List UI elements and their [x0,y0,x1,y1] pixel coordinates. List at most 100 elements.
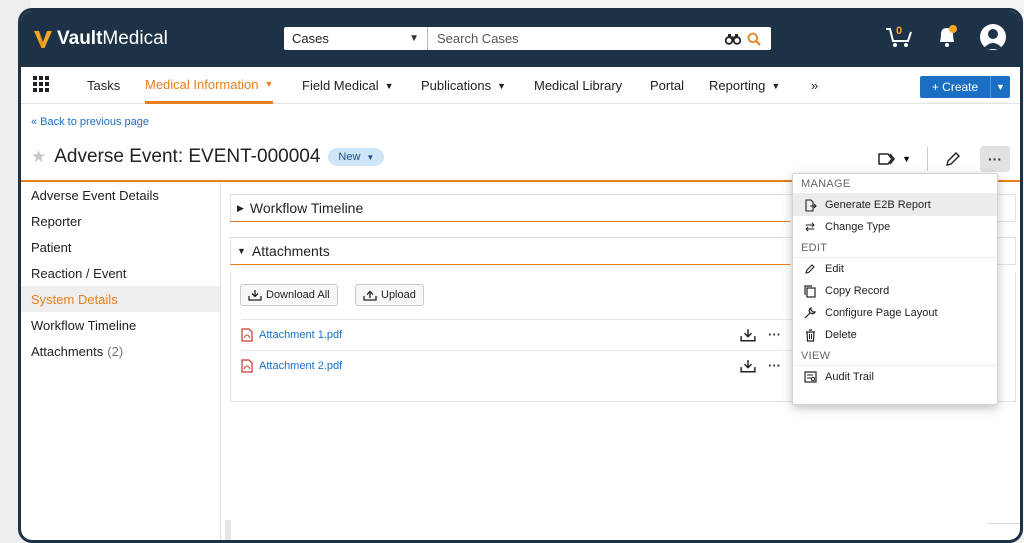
menu-item-label: Generate E2B Report [825,199,931,211]
menu-header-manage: MANAGE [793,174,997,194]
menu-item-copy-record[interactable]: Copy Record [793,280,997,302]
top-bar: Vault Medical Cases ▼ Search Cases 0 [21,11,1020,67]
search-icon[interactable] [747,32,761,46]
menu-item-audit-trail[interactable]: Audit Trail [793,366,997,388]
caret-down-icon: ▼ [902,154,911,164]
caret-down-icon: ▼ [384,80,394,91]
create-dropdown-icon[interactable]: ▼ [990,76,1010,98]
nav-tasks[interactable]: Tasks [87,67,120,104]
search-input[interactable]: Search Cases [428,31,725,46]
download-icon[interactable] [740,328,756,342]
expand-triangle-icon: ▶ [237,202,244,213]
more-actions-button[interactable]: ··· [980,146,1010,172]
nav-field-medical-label: Field Medical [302,78,379,93]
attachments-count: (2) [107,343,124,359]
menu-item-generate-e2b-report[interactable]: Generate E2B Report [793,194,997,216]
sidebar-item-system-details[interactable]: System Details [21,286,220,312]
nav-more-chevron-icon[interactable]: » [811,67,818,104]
attachment-link[interactable]: Attachment 2.pdf [259,360,342,372]
download-icon[interactable] [740,359,756,373]
divider [927,147,928,171]
copy-icon [804,284,816,298]
sidebar-scrollbar[interactable] [225,520,231,540]
vault-v-icon [34,31,52,48]
nav-reporting[interactable]: Reporting ▼ [709,67,780,104]
bell-icon [940,25,957,47]
nav-tasks-label: Tasks [87,78,121,93]
create-label: Create [942,80,979,94]
menu-item-edit[interactable]: Edit [793,258,997,280]
cart-button[interactable]: 0 [884,24,914,50]
menu-item-change-type[interactable]: ⇄ Change Type [793,216,997,238]
sidebar-item-reporter[interactable]: Reporter [21,208,220,234]
caret-down-icon: ▼ [264,79,274,89]
collapse-triangle-icon: ▼ [237,246,246,256]
favorite-star-icon[interactable]: ★ [31,147,46,167]
menu-item-label: Delete [825,329,857,341]
menu-header-view: VIEW [793,346,997,366]
menu-item-configure-page-layout[interactable]: Configure Page Layout [793,302,997,324]
caret-down-icon: ▼ [366,152,375,162]
pdf-file-icon [241,358,253,373]
app-grid-icon[interactable] [33,76,49,92]
attachment-row: Attachment 1.pdf ··· [241,319,811,349]
menu-item-label: Configure Page Layout [825,307,938,319]
menu-item-label: Audit Trail [825,371,874,383]
attachment-link[interactable]: Attachment 1.pdf [259,329,342,341]
caret-down-icon: ▼ [409,33,419,44]
section-underline [230,221,790,222]
nav-field-medical[interactable]: Field Medical ▼ [302,67,394,104]
sidebar-item-label: System Details [31,291,118,307]
workflow-actions-button[interactable]: ▼ [878,152,911,166]
upload-button[interactable]: Upload [355,284,424,306]
sidebar-item-label: Patient [31,239,72,255]
edit-pencil-icon[interactable] [944,150,962,168]
nav-medical-information[interactable]: Medical Information ▼ [145,67,274,104]
content-scrollbar[interactable] [987,523,1020,524]
sidebar-item-patient[interactable]: Patient [21,234,220,260]
menu-item-delete[interactable]: Delete [793,324,997,346]
menu-header-edit: EDIT [793,238,997,258]
nav-portal[interactable]: Portal [650,67,684,104]
sidebar-item-adverse-event-details[interactable]: Adverse Event Details [21,182,220,208]
brand-product: Medical [102,28,168,49]
create-button[interactable]: + Create ▼ [920,76,1010,98]
nav-publications[interactable]: Publications ▼ [421,67,506,104]
status-label: New [338,151,361,163]
vault-logo[interactable]: Vault Medical [33,25,168,53]
cart-count-badge: 0 [896,25,903,37]
audit-trail-icon [803,371,817,383]
pdf-file-icon [241,327,253,342]
nav-medical-library[interactable]: Medical Library [534,67,622,104]
plus-icon: + [931,80,943,94]
binoculars-icon[interactable] [725,33,741,45]
notifications-button[interactable] [936,24,958,50]
record-sidebar: Adverse Event Details Reporter Patient R… [21,182,221,540]
sidebar-item-reaction-event[interactable]: Reaction / Event [21,260,220,286]
app-window: Vault Medical Cases ▼ Search Cases 0 Tas… [18,8,1023,543]
caret-down-icon: ▼ [497,80,507,91]
swap-arrows-icon: ⇄ [804,220,816,234]
sidebar-item-label: Adverse Event Details [31,187,159,203]
wrench-icon [804,307,816,319]
sidebar-item-label: Workflow Timeline [31,317,137,333]
more-icon[interactable]: ··· [768,358,781,373]
edit-pencil-icon [805,264,815,274]
nav-medical-library-label: Medical Library [534,78,623,93]
user-avatar[interactable] [980,24,1006,50]
nav-reporting-label: Reporting [709,78,766,93]
brand-name: Vault [57,28,103,49]
sidebar-item-attachments[interactable]: Attachments (2) [21,338,220,364]
sidebar-item-label: Attachments [31,343,104,359]
trash-icon [805,328,815,342]
sidebar-item-label: Reporter [31,213,82,229]
back-link[interactable]: « Back to previous page [31,116,149,128]
search-scope-select[interactable]: Cases ▼ [284,27,428,50]
sidebar-item-workflow-timeline[interactable]: Workflow Timeline [21,312,220,338]
page-title-row: ★ Adverse Event: EVENT-000004 New ▼ [31,146,385,168]
more-icon[interactable]: ··· [768,327,781,342]
download-all-button[interactable]: Download All [240,284,338,306]
page-title: Adverse Event: EVENT-000004 [54,146,321,167]
upload-label: Upload [381,289,416,301]
status-badge[interactable]: New ▼ [328,148,385,166]
